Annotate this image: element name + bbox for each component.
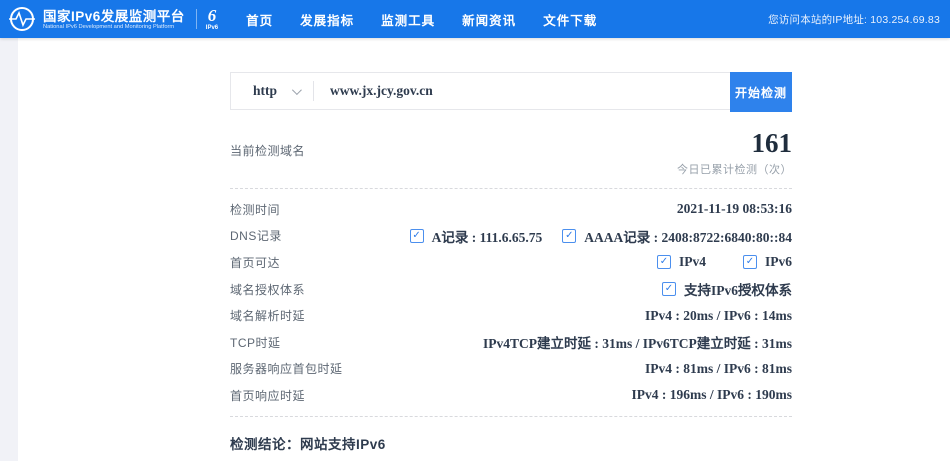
ipv6-six-word: IPv6 <box>206 25 218 31</box>
conclusion-text: 检测结论：网站支持IPv6 <box>230 433 792 453</box>
check-label: A记录 : 111.6.65.75 <box>432 226 543 246</box>
main-nav: 首页 发展指标 监测工具 新闻资讯 文件下载 <box>246 10 597 29</box>
check-item: ✓ IPv6 <box>743 254 792 270</box>
check-item: ✓ IPv4 <box>657 254 706 270</box>
checkbox-checked-icon[interactable]: ✓ <box>562 229 576 243</box>
results-list: 检测时间 2021-11-19 08:53:16 DNS记录 ✓ A记录 : 111.6… <box>230 196 792 409</box>
brand-logo-group[interactable]: 国家IPv6发展监测平台 National IPv6 Development a… <box>8 5 218 33</box>
check-label: IPv6 <box>765 254 792 270</box>
check-group: ✓ IPv4 ✓ IPv6 <box>657 254 792 270</box>
brand-text: 国家IPv6发展监测平台 National IPv6 Development a… <box>43 9 185 30</box>
brand-subtitle: National IPv6 Development and Monitoring… <box>43 24 178 30</box>
protocol-select[interactable]: http <box>231 73 299 109</box>
result-row: 域名解析时延 IPv4 : 20ms / IPv6 : 14ms <box>230 302 792 329</box>
brand-divider <box>196 9 197 29</box>
result-row: 域名授权体系 ✓ 支持IPv6授权体系 <box>230 276 792 303</box>
nav-item-monitor-tools[interactable]: 监测工具 <box>381 10 435 29</box>
result-row-label: 域名授权体系 <box>230 281 305 298</box>
result-row: 服务器响应首包时延 IPv4 : 81ms / IPv6 : 81ms <box>230 356 792 383</box>
counter-right: 161 今日已累计检测（次） <box>677 128 792 177</box>
result-row-label: 域名解析时延 <box>230 307 305 324</box>
checkbox-checked-icon[interactable]: ✓ <box>743 255 757 269</box>
top-navbar: 国家IPv6发展监测平台 National IPv6 Development a… <box>0 0 950 38</box>
detect-search-bar: http 开始检测 <box>230 72 792 110</box>
detect-count-caption: 今日已累计检测（次） <box>677 161 792 177</box>
result-row: DNS记录 ✓ A记录 : 111.6.65.75 ✓ AAAA记录 : 2408:87… <box>230 223 792 250</box>
chevron-down-icon <box>292 85 302 95</box>
detect-count-value: 161 <box>677 128 792 158</box>
ipv6-six-logo-icon: 6 IPv6 <box>206 7 218 31</box>
ipv6-six-glyph: 6 <box>206 7 218 24</box>
result-row-label: 服务器响应首包时延 <box>230 360 343 377</box>
brand-title: 国家IPv6发展监测平台 <box>43 9 185 24</box>
result-row: 首页响应时延 IPv4 : 196ms / IPv6 : 190ms <box>230 382 792 409</box>
detect-panel: http 开始检测 当前检测域名 161 今日已累计检测（次） 检测时间 2021… <box>230 38 792 453</box>
page-left-gutter <box>0 38 18 461</box>
result-row-label: TCP时延 <box>230 334 281 351</box>
result-row-label: 检测时间 <box>230 201 280 218</box>
result-row-value: IPv4 : 20ms / IPv6 : 14ms <box>645 308 792 324</box>
counter-section: 当前检测域名 161 今日已累计检测（次） <box>230 128 792 177</box>
result-row-value: IPv4TCP建立时延 : 31ms / IPv6TCP建立时延 : 31ms <box>483 332 792 352</box>
check-item: ✓ 支持IPv6授权体系 <box>662 279 792 299</box>
result-row: TCP时延 IPv4TCP建立时延 : 31ms / IPv6TCP建立时延 : … <box>230 329 792 356</box>
result-row-label: DNS记录 <box>230 227 282 244</box>
domain-input[interactable] <box>314 73 731 109</box>
check-item: ✓ A记录 : 111.6.65.75 <box>410 226 543 246</box>
dashed-divider-top <box>230 188 792 189</box>
visitor-ip-text: 您访问本站的IP地址: 103.254.69.83 <box>768 0 940 38</box>
checkbox-checked-icon[interactable]: ✓ <box>410 229 424 243</box>
start-detect-button[interactable]: 开始检测 <box>730 72 792 112</box>
nav-item-news[interactable]: 新闻资讯 <box>462 10 516 29</box>
result-row: 首页可达 ✓ IPv4 ✓ IPv6 <box>230 249 792 276</box>
result-row-value: 2021-11-19 08:53:16 <box>677 201 792 217</box>
checkbox-checked-icon[interactable]: ✓ <box>657 255 671 269</box>
dashed-divider-bottom <box>230 416 792 417</box>
check-group: ✓ A记录 : 111.6.65.75 ✓ AAAA记录 : 2408:8722:68… <box>410 226 792 246</box>
protocol-value: http <box>253 83 277 99</box>
result-row: 检测时间 2021-11-19 08:53:16 <box>230 196 792 223</box>
checkbox-checked-icon[interactable]: ✓ <box>662 282 676 296</box>
result-row-label: 首页可达 <box>230 254 280 271</box>
check-label: AAAA记录 : 2408:8722:6840:80::84 <box>584 226 792 246</box>
nav-item-home[interactable]: 首页 <box>246 10 273 29</box>
nav-item-development-index[interactable]: 发展指标 <box>300 10 354 29</box>
check-label: IPv4 <box>679 254 706 270</box>
result-row-label: 首页响应时延 <box>230 387 305 404</box>
result-row-value: IPv4 : 196ms / IPv6 : 190ms <box>632 387 793 403</box>
result-row-value: IPv4 : 81ms / IPv6 : 81ms <box>645 361 792 377</box>
nav-item-downloads[interactable]: 文件下载 <box>543 10 597 29</box>
current-domain-label: 当前检测域名 <box>230 142 305 177</box>
check-group: ✓ 支持IPv6授权体系 <box>662 279 792 299</box>
check-label: 支持IPv6授权体系 <box>684 279 792 299</box>
check-item: ✓ AAAA记录 : 2408:8722:6840:80::84 <box>562 226 792 246</box>
pulse-circle-logo-icon <box>8 5 36 33</box>
